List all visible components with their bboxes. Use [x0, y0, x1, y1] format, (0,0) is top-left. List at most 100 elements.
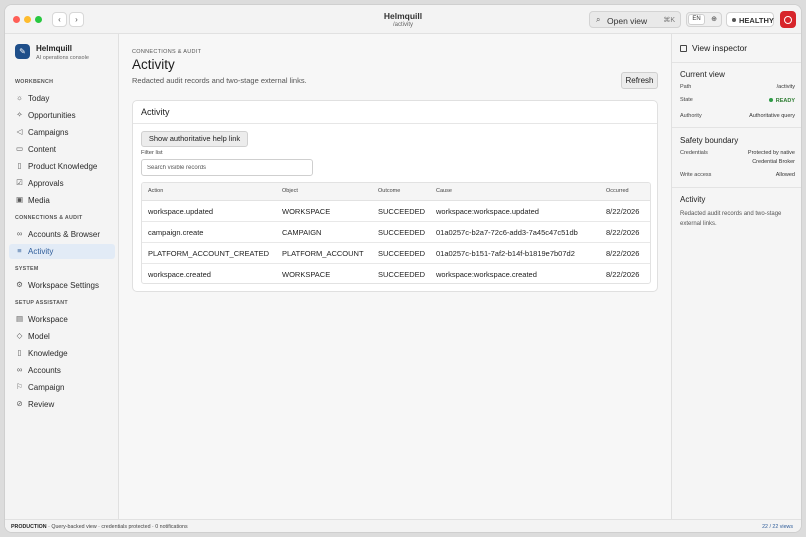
view-inspector: View inspector Current view Path /activi… [671, 34, 801, 519]
cell-cause: workspace:workspace.created [436, 270, 537, 279]
sun-icon: ☼ [16, 93, 23, 102]
power-button[interactable] [780, 11, 796, 28]
link-icon: ∞ [16, 229, 23, 238]
filter-label: Filter list [141, 150, 163, 156]
cell-cause: 01a0257c-b151-7af2-b14f-b1819e7b07d2 [436, 249, 575, 258]
inspector-header: View inspector [680, 43, 747, 53]
cell-outcome: SUCCEEDED [378, 228, 426, 237]
sidebar-item-label: Campaign [28, 383, 65, 392]
sidebar-item-label: Today [28, 94, 50, 103]
cell-occurred: 8/22/2026 [606, 270, 640, 279]
cell-cause: 01a0257c-b2a7-72c6-add3-7a45c47c51db [436, 228, 578, 237]
status-dot-icon [768, 98, 773, 102]
divider [672, 62, 801, 63]
health-status-button[interactable]: HEALTHY [726, 12, 774, 27]
sidebar-section-workbench: WORKBENCH [15, 79, 54, 85]
sidebar-item-setup-accounts[interactable]: ∞ Accounts [9, 363, 115, 378]
sidebar-item-accounts-browser[interactable]: ∞ Accounts & Browser [9, 227, 115, 242]
cell-occurred: 8/22/2026 [606, 249, 640, 258]
column-header-object[interactable]: Object [282, 188, 298, 194]
table-row[interactable]: workspace.created WORKSPACE SUCCEEDED wo… [142, 264, 650, 283]
sidebar-item-label: Accounts & Browser [28, 230, 101, 239]
panel-icon [680, 45, 687, 52]
cell-outcome: SUCCEEDED [378, 270, 426, 279]
sidebar-item-label: Model [28, 332, 50, 341]
sidebar-item-today[interactable]: ☼ Today [9, 91, 115, 106]
authority-value: Authoritative query [749, 113, 795, 119]
sidebar-item-activity[interactable]: ≡ Activity [9, 244, 115, 259]
megaphone-icon: ◁ [16, 127, 23, 136]
page-title: Activity [132, 57, 175, 72]
sidebar-item-label: Activity [28, 247, 54, 256]
open-view-label: Open view [607, 16, 648, 26]
sparkle-icon: ✧ [16, 110, 23, 119]
sidebar-item-label: Content [28, 145, 57, 154]
write-access-value: Allowed [775, 172, 795, 178]
column-header-outcome[interactable]: Outcome [378, 188, 400, 194]
state-value: READY [775, 98, 795, 104]
table-row[interactable]: workspace.updated WORKSPACE SUCCEEDED wo… [142, 201, 650, 222]
environment-label: PRODUCTION [11, 524, 47, 530]
page-kicker: CONNECTIONS & AUDIT [132, 49, 202, 55]
sidebar-item-label: Knowledge [28, 349, 68, 358]
cell-object: CAMPAIGN [282, 228, 322, 237]
table-row[interactable]: campaign.create CAMPAIGN SUCCEEDED 01a02… [142, 222, 650, 243]
sidebar-item-content[interactable]: ▭ Content [9, 142, 115, 157]
sidebar-item-approvals[interactable]: ☑ Approvals [9, 176, 115, 191]
column-header-occurred[interactable]: Occurred [606, 188, 629, 194]
sidebar-item-workspace-settings[interactable]: ⚙ Workspace Settings [9, 278, 115, 293]
table-row[interactable]: PLATFORM_ACCOUNT_CREATED PLATFORM_ACCOUN… [142, 243, 650, 264]
checklist-icon: ☑ [16, 178, 23, 187]
cell-occurred: 8/22/2026 [606, 228, 640, 237]
image-icon: ▣ [15, 195, 24, 204]
sidebar: ✎ Helmquill AI operations console WORKBE… [5, 34, 119, 519]
sidebar-item-label: Campaigns [28, 128, 69, 137]
views-count[interactable]: 22 / 22 views [762, 524, 793, 530]
cell-action: campaign.create [148, 228, 204, 237]
window-path: /activity [392, 22, 413, 28]
status-summary: PRODUCTION · Query-backed view · credent… [11, 524, 188, 530]
help-link-button[interactable]: Show authoritative help link [141, 131, 248, 147]
inspector-title: View inspector [692, 43, 748, 53]
sidebar-item-label: Media [28, 196, 50, 205]
sidebar-item-setup-review[interactable]: ⊘ Review [9, 397, 115, 412]
sidebar-item-setup-campaign[interactable]: ⚐ Campaign [9, 380, 115, 395]
app-window: ‹ › Helmquill /activity ⌕ Open view ⌘K E… [4, 4, 802, 533]
activity-table: Action Object Outcome Cause Occurred wor… [141, 182, 651, 284]
current-view-heading: Current view [680, 70, 725, 79]
activity-description: Redacted audit records and two-stage ext… [680, 211, 782, 227]
sidebar-item-product-knowledge[interactable]: ▯ Product Knowledge [9, 159, 115, 174]
flag-icon: ⚐ [16, 382, 23, 391]
path-label: Path [680, 84, 692, 90]
divider [672, 187, 801, 188]
list-icon: ≡ [17, 246, 22, 255]
sidebar-item-media[interactable]: ▣ Media [9, 193, 115, 208]
write-access-label: Write access [680, 172, 712, 178]
sidebar-section-connections: CONNECTIONS & AUDIT [15, 215, 83, 221]
refresh-button[interactable]: Refresh [621, 72, 658, 89]
sidebar-item-opportunities[interactable]: ✧ Opportunities [9, 108, 115, 123]
safety-boundary-heading: Safety boundary [680, 136, 739, 145]
sidebar-item-campaigns[interactable]: ◁ Campaigns [9, 125, 115, 140]
language-switcher: EN ⊕ [686, 12, 722, 27]
filter-input[interactable] [141, 159, 313, 176]
cell-cause: workspace:workspace.updated [436, 207, 539, 216]
check-circle-icon: ⊘ [16, 399, 23, 408]
sidebar-item-label: Product Knowledge [28, 162, 98, 171]
health-label: HEALTHY [739, 16, 774, 25]
cell-outcome: SUCCEEDED [378, 207, 426, 216]
sidebar-item-setup-knowledge[interactable]: ▯ Knowledge [9, 346, 115, 361]
brand-logo-icon: ✎ [15, 44, 30, 59]
sidebar-item-setup-model[interactable]: ◇ Model [9, 329, 115, 344]
column-header-cause[interactable]: Cause [436, 188, 452, 194]
sidebar-section-system: SYSTEM [15, 266, 39, 272]
credentials-value-line2: Credential Broker [752, 159, 795, 165]
sidebar-item-label: Workspace Settings [28, 281, 99, 290]
credentials-value-line1: Protected by native [747, 150, 795, 156]
title-bar: ‹ › Helmquill /activity ⌕ Open view ⌘K E… [5, 5, 801, 34]
open-view-button[interactable]: ⌕ Open view ⌘K [589, 11, 681, 28]
language-en-button[interactable]: EN [688, 14, 705, 25]
sidebar-item-setup-workspace[interactable]: ▤ Workspace [9, 312, 115, 327]
globe-icon[interactable]: ⊕ [708, 14, 720, 25]
column-header-action[interactable]: Action [148, 188, 163, 194]
